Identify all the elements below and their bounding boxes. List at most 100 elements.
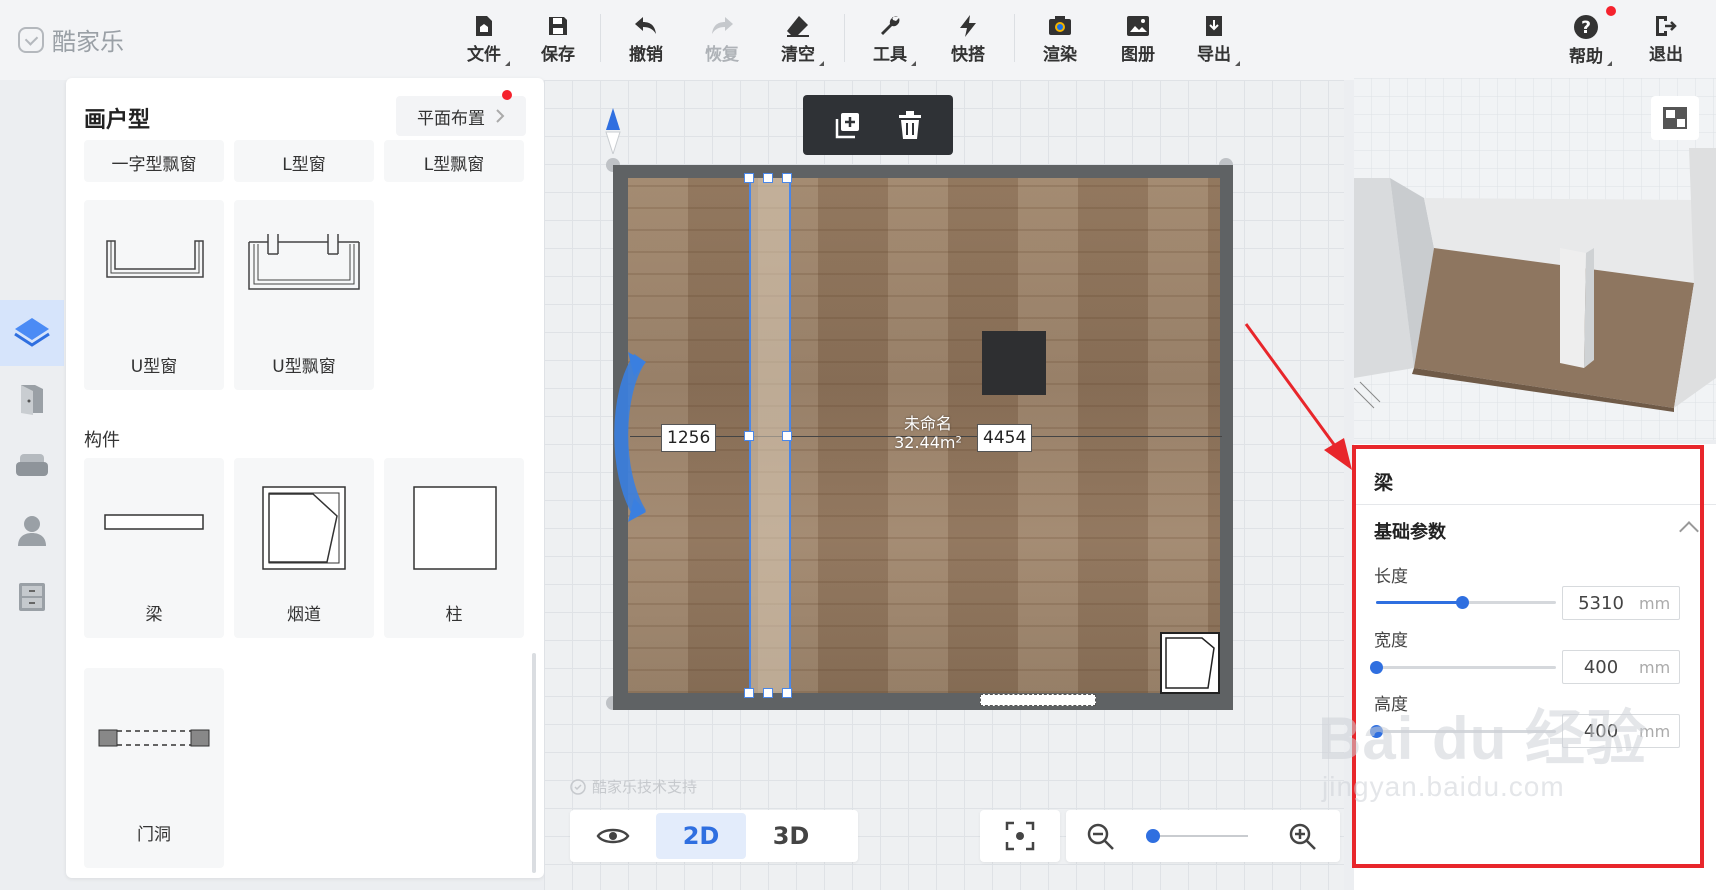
render-button[interactable]: 渲染 <box>1028 10 1092 72</box>
length-slider[interactable] <box>1376 596 1556 609</box>
rail-doors-windows[interactable] <box>0 366 64 432</box>
properties-title: 梁 <box>1374 472 1394 494</box>
item-flue[interactable]: 烟道 <box>234 458 374 638</box>
panel-scrollbar[interactable] <box>532 653 536 873</box>
save-button[interactable]: 保存 <box>526 10 590 72</box>
length-slider-knob[interactable] <box>1456 596 1470 609</box>
flue-icon <box>262 486 346 570</box>
zoom-slider-knob[interactable] <box>1146 829 1160 843</box>
person-icon <box>18 516 46 546</box>
logo-text: 酷家乐 <box>52 28 124 56</box>
height-slider-knob[interactable] <box>1370 725 1383 738</box>
width-slider-knob[interactable] <box>1370 661 1383 674</box>
fit-view-bar <box>980 810 1060 862</box>
redo-button[interactable]: 恢复 <box>690 10 754 72</box>
door-opening-icon <box>98 729 210 747</box>
zoom-out-icon[interactable] <box>1086 822 1116 852</box>
item-u-bay-window[interactable]: U型飘窗 <box>234 200 374 390</box>
preview-layout-button[interactable] <box>1651 96 1699 140</box>
tools-button[interactable]: 工具 <box>858 10 922 72</box>
door-opening-object[interactable] <box>980 694 1096 706</box>
mode-2d-button[interactable]: 2D <box>656 813 746 859</box>
door-icon <box>21 385 43 415</box>
rail-furniture[interactable] <box>0 432 64 498</box>
view-mode-bar: 2D 3D <box>570 810 858 862</box>
u-bay-window-icon <box>248 234 360 290</box>
delete-button[interactable] <box>890 105 930 145</box>
app-logo[interactable]: 酷家乐 <box>18 22 124 57</box>
wrench-icon <box>881 16 900 35</box>
sofa-icon <box>16 454 48 476</box>
length-field[interactable]: mm <box>1562 586 1680 620</box>
zoom-slider-track[interactable] <box>1148 835 1248 837</box>
album-button[interactable]: 图册 <box>1106 10 1170 72</box>
item-door-opening[interactable]: 门洞 <box>84 668 224 868</box>
visibility-toggle[interactable] <box>570 825 656 847</box>
beam-handle[interactable] <box>763 173 773 183</box>
undo-button[interactable]: 撤销 <box>614 10 678 72</box>
beam-handle[interactable] <box>782 173 792 183</box>
item-bay-window-straight[interactable]: 一字型飘窗 <box>84 140 224 182</box>
item-l-window[interactable]: L型窗 <box>234 140 374 182</box>
clear-button[interactable]: 清空 <box>766 10 830 72</box>
item-l-bay-window[interactable]: L型飘窗 <box>384 140 524 182</box>
beam-handle[interactable] <box>744 173 754 183</box>
column-object[interactable] <box>982 331 1046 395</box>
length-input[interactable] <box>1563 591 1639 615</box>
room-label[interactable]: 未命名 32.44m² <box>880 414 976 452</box>
height-input[interactable] <box>1563 719 1639 743</box>
dimension-right[interactable]: 4454 <box>977 424 1033 452</box>
width-input[interactable] <box>1563 655 1639 679</box>
width-slider[interactable] <box>1370 661 1556 674</box>
basic-params-title[interactable]: 基础参数 <box>1374 518 1446 544</box>
file-button[interactable]: 文件 <box>452 10 516 72</box>
dimension-left[interactable]: 1256 <box>661 424 717 452</box>
width-field[interactable]: mm <box>1562 650 1680 684</box>
width-label: 宽度 <box>1374 631 1408 651</box>
top-toolbar: 酷家乐 文件 保存 撤销 恢复 清空 工具 快搭 渲染 图册 导出 ? 帮助 退… <box>0 0 1716 80</box>
rotate-handle-icon[interactable] <box>608 352 648 522</box>
beam-icon <box>104 514 204 530</box>
section-components-label: 构件 <box>84 430 120 451</box>
help-button[interactable]: ? 帮助 <box>1554 10 1618 72</box>
duplicate-button[interactable] <box>827 105 867 145</box>
rail-cabinets[interactable] <box>0 564 64 630</box>
tech-support-label: 酷家乐技术支持 <box>570 776 697 797</box>
layout-notification-dot <box>502 90 512 100</box>
flue-object[interactable] <box>1160 632 1220 694</box>
save-icon <box>549 17 567 35</box>
u-window-icon <box>106 240 204 278</box>
fit-view-icon[interactable] <box>1005 821 1035 851</box>
rail-floorplan[interactable] <box>0 300 64 366</box>
image-icon <box>1127 16 1149 36</box>
height-label: 高度 <box>1374 695 1408 715</box>
properties-panel: 梁 基础参数 长度 mm 宽度 mm 高度 mm <box>1354 444 1716 890</box>
beam-handle[interactable] <box>744 431 754 441</box>
item-u-window[interactable]: U型窗 <box>84 200 224 390</box>
quick-build-button[interactable]: 快搭 <box>936 10 1000 72</box>
height-slider[interactable] <box>1370 725 1556 738</box>
beam-handle[interactable] <box>744 688 754 698</box>
mode-3d-button[interactable]: 3D <box>746 813 836 859</box>
cabinet-icon <box>19 583 45 611</box>
beam-handle[interactable] <box>782 688 792 698</box>
logo-icon <box>18 26 44 53</box>
eye-icon <box>596 828 630 844</box>
zoom-in-icon[interactable] <box>1288 822 1318 852</box>
chevron-up-icon[interactable] <box>1679 521 1699 541</box>
flue-symbol-icon <box>1165 637 1215 689</box>
eraser-icon <box>787 16 809 37</box>
item-column[interactable]: 柱 <box>384 458 524 638</box>
chevron-right-icon <box>496 109 505 123</box>
rail-personal[interactable] <box>0 498 64 564</box>
floorplan-icon <box>14 318 50 347</box>
exit-button[interactable]: 退出 <box>1634 10 1698 72</box>
north-compass-icon <box>605 108 621 154</box>
file-icon <box>476 16 492 36</box>
export-button[interactable]: 导出 <box>1182 10 1246 72</box>
item-beam[interactable]: 梁 <box>84 458 224 638</box>
beam-handle[interactable] <box>782 431 792 441</box>
layout-button[interactable]: 平面布置 <box>396 96 526 136</box>
height-field[interactable]: mm <box>1562 714 1680 748</box>
beam-handle[interactable] <box>763 688 773 698</box>
